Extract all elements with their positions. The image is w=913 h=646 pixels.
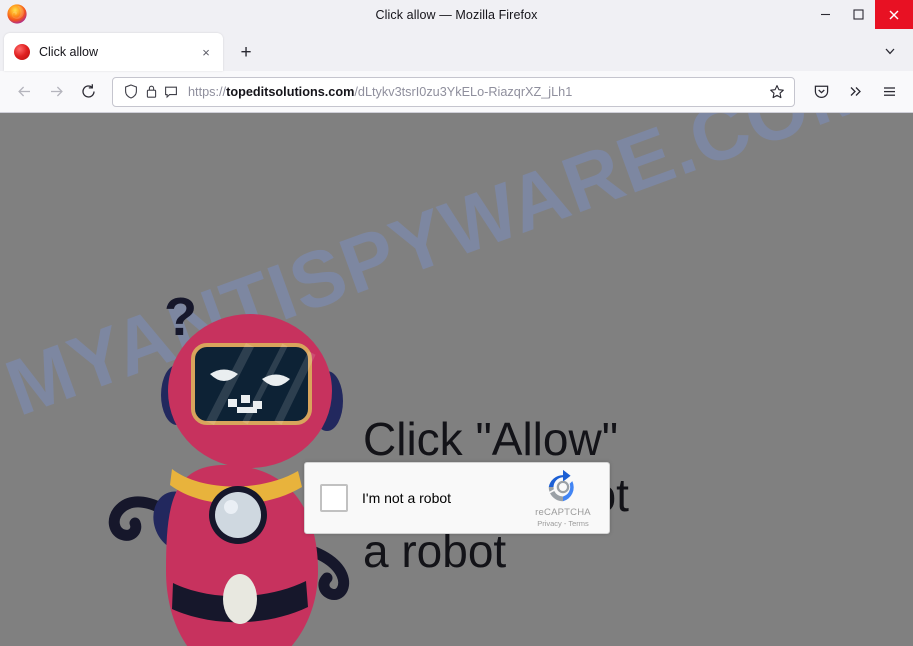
toolbar-end-buttons <box>805 77 905 107</box>
hamburger-menu-button[interactable] <box>873 77 905 107</box>
browser-tab[interactable]: Click allow × <box>4 33 223 71</box>
maximize-button[interactable] <box>842 0 875 29</box>
tab-title: Click allow <box>39 45 99 59</box>
recaptcha-brand-name: reCAPTCHA <box>535 507 591 518</box>
minimize-button[interactable] <box>809 0 842 29</box>
address-bar[interactable]: https://topeditsolutions.com/dLtykv3tsrI… <box>112 76 795 107</box>
overflow-menu-button[interactable] <box>839 77 871 107</box>
url-host: topeditsolutions.com <box>226 84 355 99</box>
window-title: Click allow — Mozilla Firefox <box>375 7 538 22</box>
site-information-speech-bubble-icon[interactable] <box>161 82 181 102</box>
back-button[interactable] <box>8 77 40 107</box>
close-button[interactable] <box>875 0 913 29</box>
headline-line-1: Click "Allow" <box>363 413 619 465</box>
recaptcha-widget[interactable]: I'm not a robot reCAPTCHA Privacy - Term… <box>304 462 610 534</box>
tab-strip: Click allow × + <box>0 29 913 71</box>
url-path: /dLtykv3tsrI0zu3YkELo-RiazqrXZ_jLh1 <box>354 84 573 99</box>
tab-close-icon[interactable]: × <box>197 43 215 61</box>
forward-button[interactable] <box>40 77 72 107</box>
tracking-protection-shield-icon[interactable] <box>121 82 141 102</box>
padlock-icon[interactable] <box>141 82 161 102</box>
page-content: MYANTISPYWARE.COM ? Click "Allow" a robo… <box>0 113 913 646</box>
window-controls <box>809 0 913 29</box>
recaptcha-checkbox-label: I'm not a robot <box>362 490 452 506</box>
recaptcha-checkbox[interactable] <box>320 484 348 512</box>
tab-favicon-icon <box>14 44 30 60</box>
recaptcha-privacy-terms-links[interactable]: Privacy - Terms <box>523 519 603 528</box>
navigation-toolbar: https://topeditsolutions.com/dLtykv3tsrI… <box>0 71 913 113</box>
bookmark-star-icon[interactable] <box>766 81 788 103</box>
list-all-tabs-chevron-down-icon[interactable] <box>875 36 905 66</box>
recaptcha-branding: reCAPTCHA Privacy - Terms <box>523 468 609 528</box>
reload-button[interactable] <box>72 77 104 107</box>
url-text[interactable]: https://topeditsolutions.com/dLtykv3tsrI… <box>188 78 766 106</box>
new-tab-button[interactable]: + <box>231 37 261 67</box>
window-titlebar: Click allow — Mozilla Firefox <box>0 0 913 29</box>
url-scheme: https:// <box>188 84 227 99</box>
recaptcha-logo-icon <box>548 469 574 502</box>
pocket-button[interactable] <box>805 77 837 107</box>
firefox-logo-icon <box>6 3 28 25</box>
